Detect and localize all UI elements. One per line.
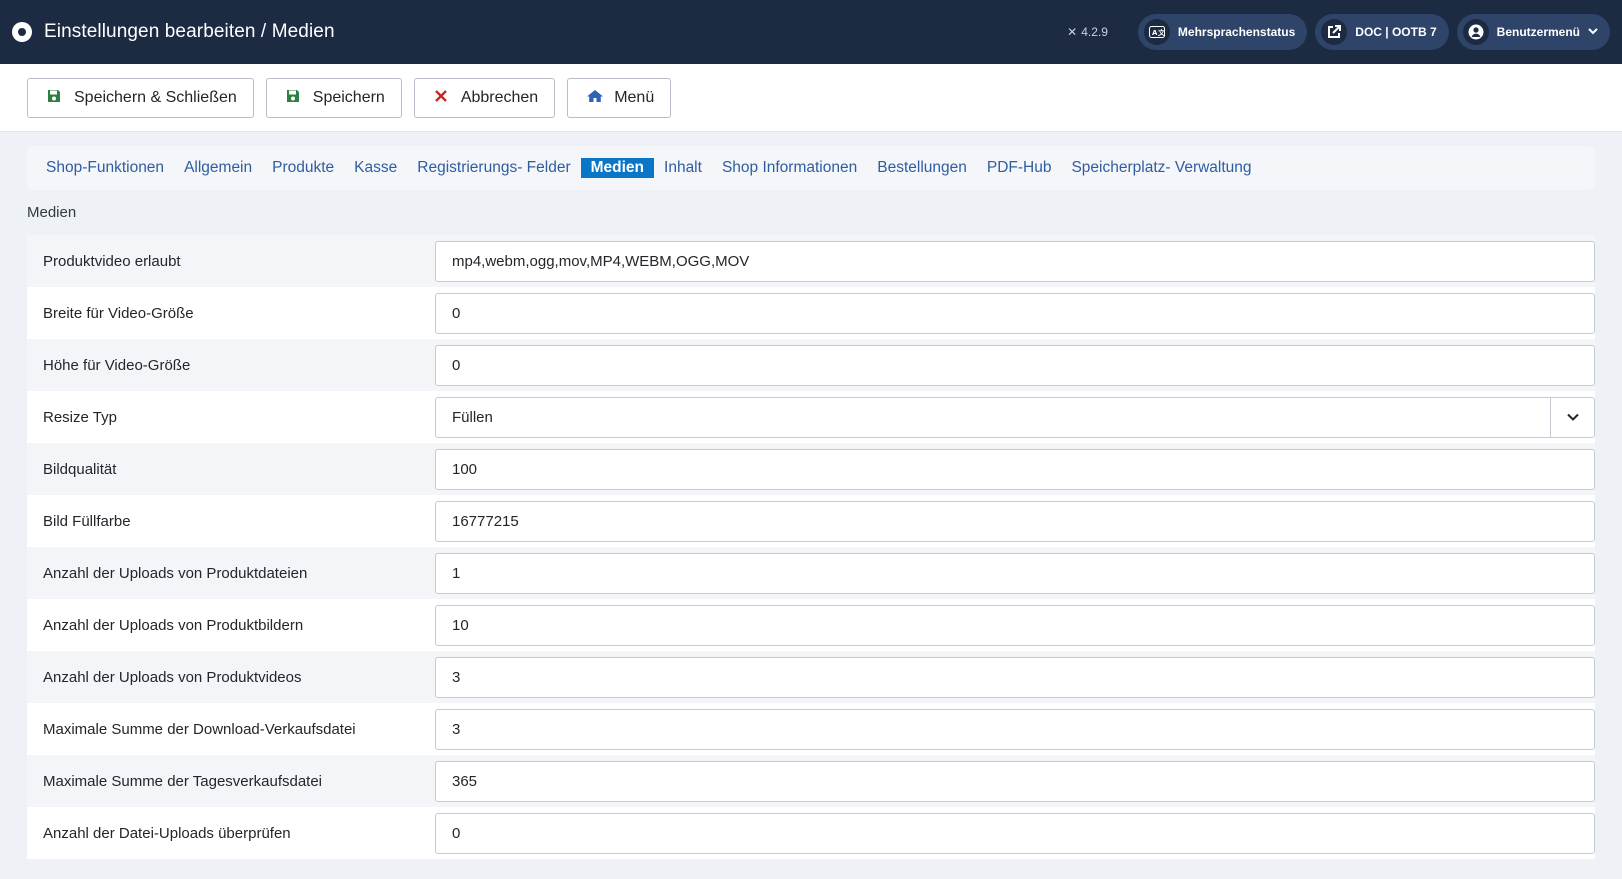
menu-label: Menü (614, 88, 655, 106)
close-icon (433, 89, 449, 106)
image-quality-input[interactable]: 100 (435, 448, 1595, 490)
version-number: 4.2.9 (1081, 25, 1108, 39)
save-button[interactable]: Speichern (265, 77, 402, 118)
product-file-uploads-input[interactable]: 1 (435, 552, 1595, 594)
media-settings-form: Produktvideo erlaubt mp4,webm,ogg,mov,MP… (27, 235, 1595, 859)
top-header: Einstellungen bearbeiten / Medien ✕ 4.2.… (0, 0, 1622, 64)
tab-pdf-hub[interactable]: PDF-Hub (977, 157, 1062, 179)
form-row: Resize Typ Füllen (27, 391, 1595, 443)
chevron-down-icon (1588, 25, 1598, 39)
field-label: Höhe für Video-Größe (43, 356, 191, 374)
form-row: Anzahl der Uploads von Produktbildern 10 (27, 599, 1595, 651)
user-menu-button[interactable]: Benutzermenü (1456, 14, 1610, 50)
field-label: Maximale Summe der Download-Verkaufsdate… (43, 720, 356, 738)
tab-inhalt[interactable]: Inhalt (654, 157, 712, 179)
product-video-uploads-input[interactable]: 3 (435, 656, 1595, 698)
field-label: Bild Füllfarbe (43, 512, 131, 530)
resize-type-select[interactable]: Füllen (435, 396, 1595, 438)
multilanguage-status-button[interactable]: A文 Mehrsprachenstatus (1137, 14, 1308, 50)
save-icon (46, 89, 62, 107)
chevron-down-icon (1550, 397, 1594, 437)
form-row: Höhe für Video-Größe 0 (27, 339, 1595, 391)
form-row: Maximale Summe der Download-Verkaufsdate… (27, 703, 1595, 755)
tab-bestellungen[interactable]: Bestellungen (867, 157, 977, 179)
field-label: Maximale Summe der Tagesverkaufsdatei (43, 772, 323, 790)
field-label: Anzahl der Uploads von Produktvideos (43, 668, 302, 686)
page-title: Einstellungen bearbeiten / Medien (44, 21, 335, 42)
doc-site-link[interactable]: DOC | OOTB 7 (1315, 14, 1449, 50)
field-label: Produktvideo erlaubt (43, 252, 181, 270)
form-row: Bild Füllfarbe 16777215 (27, 495, 1595, 547)
max-daily-sale-input[interactable]: 365 (435, 760, 1595, 802)
save-close-label: Speichern & Schließen (74, 88, 237, 106)
multilanguage-status-label: Mehrsprachenstatus (1177, 25, 1296, 39)
field-label: Breite für Video-Größe (43, 304, 194, 322)
cancel-button[interactable]: Abbrechen (413, 77, 556, 118)
tab-kasse[interactable]: Kasse (344, 157, 407, 179)
main-content: Shop-Funktionen Allgemein Produkte Kasse… (0, 132, 1622, 859)
tab-produkte[interactable]: Produkte (262, 157, 344, 179)
form-row: Anzahl der Uploads von Produktdateien 1 (27, 547, 1595, 599)
form-row: Bildqualität 100 (27, 443, 1595, 495)
save-close-button[interactable]: Speichern & Schließen (27, 77, 254, 118)
user-menu-label: Benutzermenü (1496, 25, 1580, 39)
external-link-icon (1321, 19, 1348, 45)
save-icon (285, 89, 301, 107)
check-file-uploads-input[interactable]: 0 (435, 812, 1595, 854)
tab-registrierungs-felder[interactable]: Registrierungs- Felder (407, 157, 580, 179)
tab-medien[interactable]: Medien (580, 158, 655, 178)
form-row: Produktvideo erlaubt mp4,webm,ogg,mov,MP… (27, 235, 1595, 287)
doc-site-label: DOC | OOTB 7 (1355, 25, 1437, 39)
field-label: Anzahl der Uploads von Produktbildern (43, 616, 304, 634)
field-label: Anzahl der Uploads von Produktdateien (43, 564, 308, 582)
tab-speicherplatz-verwaltung[interactable]: Speicherplatz- Verwaltung (1061, 157, 1261, 179)
form-row: Breite für Video-Größe 0 (27, 287, 1595, 339)
joomla-dot-icon (12, 22, 32, 42)
video-width-input[interactable]: 0 (435, 292, 1595, 334)
image-fill-color-input[interactable]: 16777215 (435, 500, 1595, 542)
max-download-sale-input[interactable]: 3 (435, 708, 1595, 750)
video-allowed-input[interactable]: mp4,webm,ogg,mov,MP4,WEBM,OGG,MOV (435, 240, 1595, 282)
tab-shop-informationen[interactable]: Shop Informationen (712, 157, 867, 179)
save-label: Speichern (312, 88, 385, 106)
section-title: Medien (27, 204, 77, 221)
video-height-input[interactable]: 0 (435, 344, 1595, 386)
form-row: Anzahl der Uploads von Produktvideos 3 (27, 651, 1595, 703)
version-info: ✕ 4.2.9 (1067, 25, 1108, 39)
language-icon: A文 (1143, 19, 1170, 45)
joomla-logo-icon: ✕ (1067, 25, 1078, 39)
tab-allgemein[interactable]: Allgemein (174, 157, 262, 179)
field-label: Anzahl der Datei-Uploads überprüfen (43, 824, 291, 842)
cancel-label: Abbrechen (460, 88, 539, 106)
form-row: Anzahl der Datei-Uploads überprüfen 0 (27, 807, 1595, 859)
action-toolbar: Speichern & Schließen Speichern Abbreche… (0, 64, 1622, 132)
form-row: Maximale Summe der Tagesverkaufsdatei 36… (27, 755, 1595, 807)
resize-type-value: Füllen (452, 408, 493, 426)
settings-tabs: Shop-Funktionen Allgemein Produkte Kasse… (27, 146, 1595, 190)
home-icon (586, 89, 604, 107)
user-icon (1462, 19, 1489, 45)
svg-text:文: 文 (1158, 28, 1165, 37)
field-label: Bildqualität (43, 460, 117, 478)
menu-button[interactable]: Menü (567, 77, 672, 118)
tab-shop-funktionen[interactable]: Shop-Funktionen (46, 157, 174, 179)
field-label: Resize Typ (43, 408, 117, 426)
product-image-uploads-input[interactable]: 10 (435, 604, 1595, 646)
